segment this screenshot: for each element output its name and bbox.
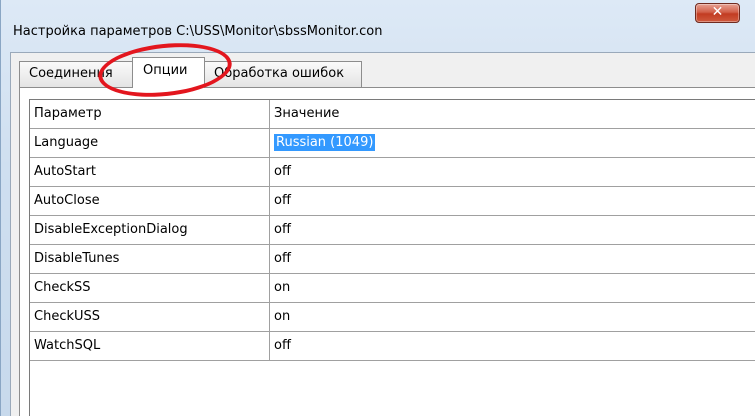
table-row[interactable]: CheckUSS on — [30, 303, 755, 332]
table-row[interactable]: AutoClose off — [30, 187, 755, 216]
table-row[interactable]: AutoStart off — [30, 158, 755, 187]
window-title: Настройка параметров C:\USS\Monitor\sbss… — [13, 24, 383, 39]
param-value[interactable]: on — [270, 274, 755, 303]
parameters-grid[interactable]: Параметр Значение Language Russian (1049… — [29, 99, 755, 416]
param-value[interactable]: off — [270, 245, 755, 274]
param-value[interactable]: off — [270, 216, 755, 245]
table-row[interactable]: WatchSQL off — [30, 332, 755, 361]
title-bar[interactable]: Настройка параметров C:\USS\Monitor\sbss… — [1, 0, 755, 44]
param-name: AutoClose — [30, 187, 270, 216]
tab-strip: Соединения Опции Обработка ошибок — [11, 53, 755, 90]
tab-error-handling[interactable]: Обработка ошибок — [204, 61, 362, 87]
param-value[interactable]: off — [270, 158, 755, 187]
table-row[interactable]: DisableTunes off — [30, 245, 755, 274]
table-row[interactable]: Language Russian (1049) ▼ — [30, 129, 755, 158]
param-value[interactable]: off — [270, 332, 755, 361]
dialog-content: Соединения Опции Обработка ошибок Параме… — [10, 52, 755, 416]
column-header-parameter[interactable]: Параметр — [30, 100, 270, 129]
param-name: CheckUSS — [30, 303, 270, 332]
tab-connections[interactable]: Соединения — [19, 61, 133, 87]
grid-header-row: Параметр Значение — [30, 100, 755, 129]
param-name: DisableTunes — [30, 245, 270, 274]
table-row[interactable]: DisableExceptionDialog off — [30, 216, 755, 245]
param-value-dropdown[interactable]: Russian (1049) ▼ — [270, 129, 755, 158]
close-icon: ✕ — [711, 4, 724, 20]
param-name: DisableExceptionDialog — [30, 216, 270, 245]
param-value[interactable]: on — [270, 303, 755, 332]
settings-window: Настройка параметров C:\USS\Monitor\sbss… — [0, 0, 755, 416]
tab-options[interactable]: Опции — [132, 57, 205, 88]
param-name: Language — [30, 129, 270, 158]
param-name: AutoStart — [30, 158, 270, 187]
param-value[interactable]: off — [270, 187, 755, 216]
selected-value: Russian (1049) — [274, 134, 376, 151]
param-name: CheckSS — [30, 274, 270, 303]
param-name: WatchSQL — [30, 332, 270, 361]
close-button[interactable]: ✕ — [695, 3, 740, 23]
column-header-value[interactable]: Значение — [270, 100, 755, 129]
table-row[interactable]: CheckSS on — [30, 274, 755, 303]
